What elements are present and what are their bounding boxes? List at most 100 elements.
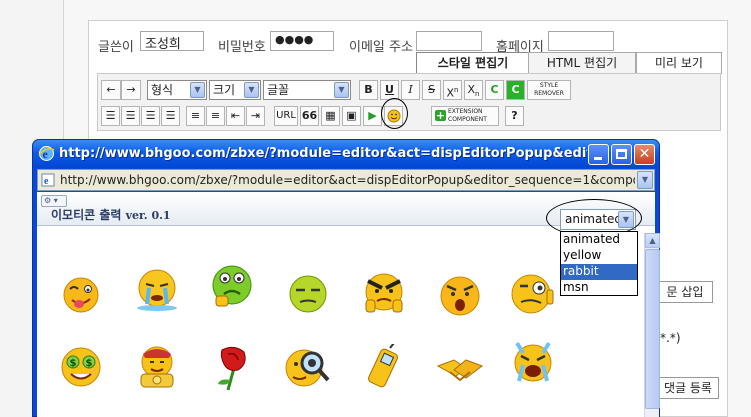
help-button[interactable]: ?: [505, 106, 524, 126]
plus-icon: +: [435, 109, 446, 122]
close-button[interactable]: ✕: [634, 144, 655, 165]
unordered-list-icon: ≡: [210, 109, 221, 122]
align-center-button[interactable]: ☰: [121, 106, 140, 126]
font-select[interactable]: 글꼴 ▼: [263, 80, 351, 100]
subscript-button[interactable]: Xn: [464, 80, 483, 100]
maximize-button[interactable]: [611, 144, 632, 165]
maximize-icon: [616, 149, 627, 159]
highlight-circle: [381, 98, 408, 129]
extension-component-label: EXTENSION COMPONENT: [448, 108, 487, 123]
scroll-up-icon[interactable]: ▲: [645, 233, 660, 248]
emoticon-title: 이모티콘 출력 ver. 0.1: [51, 206, 171, 223]
tab-html-editor[interactable]: HTML 편집기: [528, 52, 636, 74]
writer-label: 글쓴이: [98, 40, 134, 55]
address-bar[interactable]: e http://www.bhgoo.com/zbxe/?module=edit…: [37, 169, 655, 191]
quote-button[interactable]: 66: [300, 106, 319, 126]
font-select-value: 글꼴: [267, 83, 290, 97]
underline-button[interactable]: U: [380, 80, 399, 100]
emoticon-tongue-wink[interactable]: [57, 269, 105, 317]
redo-button[interactable]: →: [121, 80, 141, 100]
emoticon-magnifier[interactable]: [284, 344, 332, 392]
option-rabbit[interactable]: rabbit: [561, 264, 637, 280]
align-justify-button[interactable]: ☰: [161, 106, 180, 126]
align-center-icon: ☰: [125, 109, 136, 122]
align-left-button[interactable]: ☰: [101, 106, 120, 126]
emoticon-green-gag[interactable]: [208, 262, 256, 310]
ordered-list-button[interactable]: ≡: [186, 106, 205, 126]
option-msn[interactable]: msn: [561, 280, 637, 296]
chevron-down-icon: ▼: [190, 82, 205, 98]
email-input[interactable]: [416, 31, 482, 51]
align-right-button[interactable]: ☰: [141, 106, 160, 126]
align-justify-icon: ☰: [165, 109, 176, 122]
homepage-input[interactable]: [548, 31, 614, 51]
size-select[interactable]: 크기 ▼: [209, 80, 261, 100]
unordered-list-button[interactable]: ≡: [206, 106, 225, 126]
background-color-button[interactable]: C: [506, 80, 525, 100]
email-label: 이메일 주소: [349, 40, 413, 55]
align-left-icon: ☰: [105, 109, 116, 122]
emoticon-crying-loud[interactable]: [509, 339, 557, 387]
internet-explorer-icon: e: [38, 146, 55, 161]
indent-button[interactable]: ⇥: [246, 106, 265, 126]
emoticon-green-sick[interactable]: [284, 269, 332, 317]
svg-text:$: $: [70, 358, 77, 369]
emoticon-rose[interactable]: [208, 344, 256, 392]
undo-button[interactable]: ←: [101, 80, 121, 100]
emoticon-angry-brows[interactable]: [360, 268, 408, 316]
align-right-icon: ☰: [145, 109, 156, 122]
superscript-button[interactable]: Xn: [443, 80, 462, 100]
superscript-label: X: [446, 86, 455, 100]
password-label: 비밀번호: [218, 40, 266, 55]
emoticon-popup-window: e http://www.bhgoo.com/zbxe/?module=edit…: [32, 139, 660, 417]
url-button[interactable]: URL: [274, 106, 298, 126]
outdent-icon: ⇤: [230, 109, 241, 122]
version-label: ver. 0.1: [125, 209, 171, 222]
emoticon-scrollbar[interactable]: ▲: [644, 233, 660, 417]
emoticon-handshake[interactable]: [436, 346, 484, 394]
page-icon: e: [41, 173, 55, 187]
emoticon-set-options: animated yellow rabbit msn: [560, 231, 638, 296]
emoticon-confused-eye[interactable]: [509, 270, 557, 318]
address-text: http://www.bhgoo.com/zbxe/?module=editor…: [60, 173, 635, 187]
writer-input[interactable]: 조성희: [140, 31, 204, 52]
multimedia-button[interactable]: ▶: [363, 106, 382, 126]
reply-submit-button[interactable]: 댓글 등록: [657, 377, 719, 399]
chevron-down-icon: ▼: [334, 82, 349, 98]
emoticon-cellphone[interactable]: [360, 344, 408, 392]
svg-text:e: e: [44, 176, 49, 187]
size-select-value: 크기: [213, 83, 236, 97]
insert-button[interactable]: 문 삽입: [657, 281, 713, 303]
option-animated[interactable]: animated: [561, 232, 637, 248]
emoticon-crying-yellow[interactable]: [133, 264, 181, 312]
emoticon-rich-man[interactable]: [133, 342, 181, 390]
bold-button[interactable]: B: [359, 80, 378, 100]
italic-button[interactable]: I: [401, 80, 420, 100]
password-input[interactable]: ●●●●: [270, 31, 334, 51]
svg-text:$: $: [86, 358, 93, 369]
emoticon-money-eyes[interactable]: $ $: [57, 343, 105, 391]
close-icon: ✕: [638, 146, 651, 162]
chevron-down-icon[interactable]: ▼: [637, 171, 653, 189]
outdent-button[interactable]: ⇤: [226, 106, 245, 126]
play-icon: ▶: [368, 109, 377, 122]
option-yellow[interactable]: yellow: [561, 248, 637, 264]
popup-title: http://www.bhgoo.com/zbxe/?module=editor…: [59, 146, 587, 161]
image-button[interactable]: ▣: [342, 106, 361, 126]
font-color-button[interactable]: C: [485, 80, 504, 100]
emoticon-text: *.*): [660, 331, 681, 345]
tab-preview[interactable]: 미리 보기: [636, 52, 722, 74]
table-button[interactable]: ▦: [321, 106, 340, 126]
minimize-button[interactable]: [588, 144, 609, 165]
chevron-down-icon: ▼: [244, 82, 259, 98]
image-icon: ▣: [346, 109, 357, 122]
tab-style-editor[interactable]: 스타일 편집기: [416, 52, 530, 75]
format-select-value: 형식: [151, 83, 174, 97]
extension-component-button[interactable]: + EXTENSION COMPONENT: [431, 106, 499, 126]
format-select[interactable]: 형식 ▼: [147, 80, 207, 100]
style-remover-button[interactable]: STYLE REMOVER: [527, 80, 571, 100]
scroll-thumb[interactable]: [645, 249, 660, 409]
strikethrough-button[interactable]: S: [422, 80, 441, 100]
emoticon-surprised[interactable]: [436, 272, 484, 320]
popup-title-bar[interactable]: e http://www.bhgoo.com/zbxe/?module=edit…: [33, 140, 659, 168]
